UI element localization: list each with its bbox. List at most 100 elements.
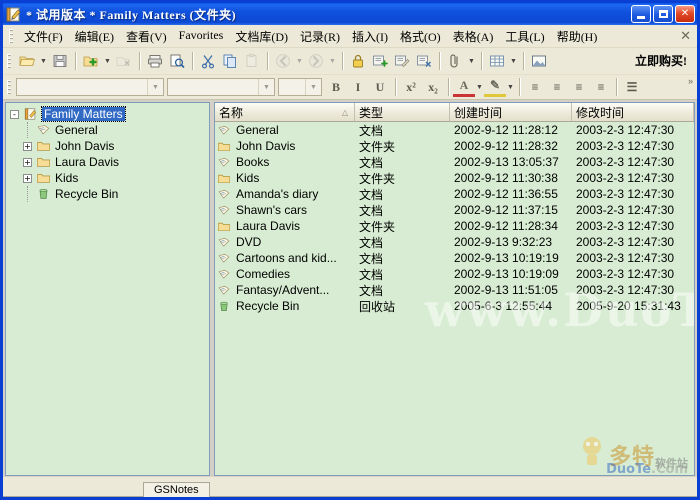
row-modified-cell: 2003-2-3 12:47:30	[576, 219, 675, 233]
lock-icon[interactable]	[347, 50, 369, 72]
new-folder-icon[interactable]	[80, 50, 102, 72]
row-type-cell: 文档	[359, 267, 384, 282]
tree-node-laura-davis[interactable]: + Laura Davis	[6, 154, 209, 170]
row-name-cell: Books	[215, 155, 355, 169]
format-toolbar-grip[interactable]	[7, 80, 11, 94]
print-icon[interactable]	[144, 50, 166, 72]
close-document-icon[interactable]: ✕	[680, 28, 691, 44]
bold-icon[interactable]: B	[325, 77, 347, 97]
table-row[interactable]: Fantasy/Advent... 文档 2002-9-13 11:51:05 200…	[215, 282, 694, 298]
toolbar-separator	[439, 52, 440, 70]
row-name-cell: Fantasy/Advent...	[215, 283, 355, 297]
italic-icon[interactable]: I	[347, 77, 369, 97]
minimize-button[interactable]	[631, 5, 651, 23]
table-row[interactable]: DVD 文档 2002-9-13 9:32:23 2003-2-3 12:47:30	[215, 234, 694, 250]
font-family-select[interactable]: ▼	[16, 78, 164, 96]
chevron-down-icon[interactable]: ▼	[38, 50, 49, 72]
table-row[interactable]: Kids 文件夹 2002-9-12 11:30:38 2003-2-3 12:47:…	[215, 170, 694, 186]
subscript-icon[interactable]: x₂	[422, 77, 444, 97]
row-name-label: Comedies	[236, 267, 291, 281]
new-record-icon[interactable]	[369, 50, 391, 72]
expand-icon[interactable]: +	[23, 141, 32, 151]
justify-icon[interactable]: ≡	[590, 77, 612, 97]
menu-item-10[interactable]: 帮助(H)	[551, 26, 604, 47]
buy-now-button[interactable]: 立即购买!	[635, 52, 687, 69]
column-header-0[interactable]: 名称 △	[215, 103, 355, 121]
table-row[interactable]: General 文档 2002-9-12 11:28:12 2003-2-3 12:4…	[215, 122, 694, 138]
copy-icon[interactable]	[219, 50, 241, 72]
highlight-color-icon[interactable]: ✎	[484, 77, 506, 97]
watermark-mascot-icon	[582, 437, 601, 465]
row-name-cell: Kids	[215, 171, 355, 185]
chevron-down-icon[interactable]: ▼	[508, 50, 519, 72]
table-row[interactable]: Shawn's cars 文档 2002-9-12 11:37:15 2003-2-3…	[215, 202, 694, 218]
menu-item-5[interactable]: 记录(R)	[294, 26, 346, 47]
tree-node-recycle-bin[interactable]: Recycle Bin	[6, 186, 209, 202]
column-header-label: 类型	[359, 105, 384, 120]
align-right-icon[interactable]: ≡	[568, 77, 590, 97]
column-header-label: 名称	[219, 105, 244, 120]
main-content: - Family Matters General + John Davis + Laura …	[3, 100, 697, 476]
collapse-icon[interactable]: -	[10, 109, 19, 119]
align-left-icon[interactable]: ≡	[524, 77, 546, 97]
menu-item-0[interactable]: 文件(F)	[18, 26, 69, 47]
row-name-cell: Shawn's cars	[215, 203, 355, 217]
table-row[interactable]: Recycle Bin 回收站 2005-6-3 12:55:44 2005-9-20…	[215, 298, 694, 314]
table-row[interactable]: Cartoons and kid... 文档 2002-9-13 10:19:19 2…	[215, 250, 694, 266]
maximize-button[interactable]	[653, 5, 673, 23]
font-color-icon[interactable]: A	[453, 77, 475, 97]
expand-icon[interactable]: +	[23, 173, 32, 183]
table-row[interactable]: John Davis 文件夹 2002-9-12 11:28:32 2003-2-3 …	[215, 138, 694, 154]
toolbar-grip[interactable]	[7, 54, 11, 68]
column-header-3[interactable]: 修改时间	[572, 103, 694, 121]
tree-node-kids[interactable]: + Kids	[6, 170, 209, 186]
bullet-list-icon[interactable]: ☰	[621, 77, 643, 97]
column-header-2[interactable]: 创建时间	[450, 103, 572, 121]
column-header-1[interactable]: 类型	[355, 103, 450, 121]
print-preview-icon[interactable]	[166, 50, 188, 72]
save-icon[interactable]	[49, 50, 71, 72]
close-button[interactable]: ✕	[675, 5, 695, 23]
row-name-cell: Amanda's diary	[215, 187, 355, 201]
chevron-down-icon[interactable]: ▼	[506, 76, 515, 98]
underline-icon[interactable]: U	[369, 77, 391, 97]
tree-node-family-matters[interactable]: - Family Matters	[6, 106, 209, 122]
superscript-icon[interactable]: x²	[400, 77, 422, 97]
delete-record-icon[interactable]	[413, 50, 435, 72]
edit-record-icon[interactable]	[391, 50, 413, 72]
font-size-select[interactable]: ▼	[278, 78, 322, 96]
row-modified-cell: 2003-2-3 12:47:30	[576, 203, 675, 217]
menu-item-3[interactable]: Favorites	[173, 26, 230, 47]
align-center-icon[interactable]: ≡	[546, 77, 568, 97]
table-row[interactable]: Amanda's diary 文档 2002-9-12 11:36:55 2003-2…	[215, 186, 694, 202]
tree-node-general[interactable]: General	[6, 122, 209, 138]
tree-node-john-davis[interactable]: + John Davis	[6, 138, 209, 154]
window-title: * 试用版本 * Family Matters (文件夹)	[26, 7, 237, 22]
toolbar-overflow-icon[interactable]: »	[688, 76, 693, 86]
menu-item-6[interactable]: 插入(I)	[346, 26, 394, 47]
menu-grip[interactable]	[9, 29, 13, 43]
cut-icon[interactable]	[197, 50, 219, 72]
chevron-down-icon[interactable]: ▼	[475, 76, 484, 98]
row-name-label: Kids	[236, 171, 260, 185]
column-header-label: 修改时间	[576, 105, 625, 120]
table-row[interactable]: Books 文档 2002-9-13 13:05:37 2003-2-3 12:47:…	[215, 154, 694, 170]
table-icon[interactable]	[486, 50, 508, 72]
chevron-down-icon[interactable]: ▼	[102, 50, 113, 72]
tab-gsnotes[interactable]: GSNotes	[143, 482, 210, 497]
menu-item-1[interactable]: 编辑(E)	[69, 26, 120, 47]
menu-item-7[interactable]: 格式(O)	[394, 26, 447, 47]
menu-item-8[interactable]: 表格(A)	[447, 26, 500, 47]
font-style-select[interactable]: ▼	[167, 78, 275, 96]
table-row[interactable]: Laura Davis 文件夹 2002-9-12 11:28:34 2003-2-3…	[215, 218, 694, 234]
table-row[interactable]: Comedies 文档 2002-9-13 10:19:09 2003-2-3 12:…	[215, 266, 694, 282]
menu-item-2[interactable]: 查看(V)	[120, 26, 173, 47]
expand-icon[interactable]: +	[23, 157, 32, 167]
row-modified-cell: 2003-2-3 12:47:30	[576, 123, 675, 137]
chevron-down-icon[interactable]: ▼	[466, 50, 477, 72]
attachment-icon[interactable]	[444, 50, 466, 72]
open-folder-icon[interactable]	[16, 50, 38, 72]
image-icon[interactable]	[528, 50, 550, 72]
menu-item-4[interactable]: 文档库(D)	[229, 26, 294, 47]
menu-item-9[interactable]: 工具(L)	[499, 26, 550, 47]
